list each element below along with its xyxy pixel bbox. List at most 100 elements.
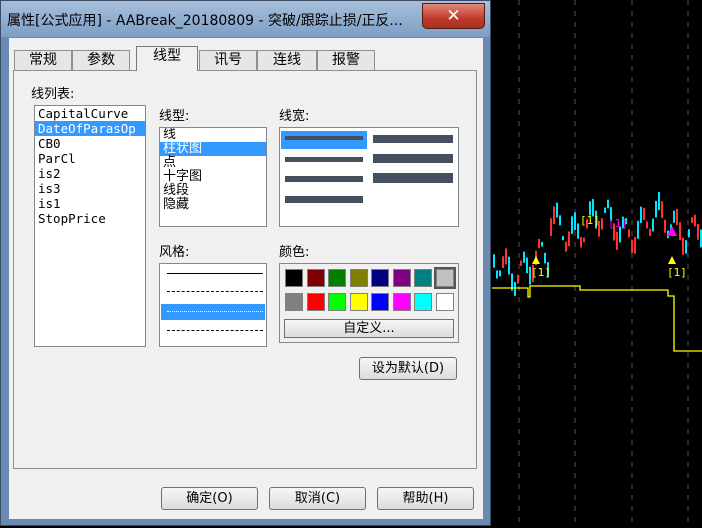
line-width-option[interactable]	[285, 136, 363, 140]
line-list-item[interactable]: is3	[35, 181, 145, 196]
candle	[568, 231, 570, 247]
line-width-selection	[281, 131, 367, 149]
candle	[688, 229, 690, 238]
custom-color-button[interactable]: 自定义...	[284, 319, 454, 338]
line-list-item[interactable]: DateOfParasOp	[35, 121, 145, 136]
set-default-button[interactable]: 设为默认(D)	[359, 357, 457, 380]
candle	[496, 270, 498, 279]
color-swatch[interactable]	[392, 269, 411, 287]
candle	[601, 218, 603, 230]
candle	[643, 207, 645, 221]
candle	[520, 260, 522, 266]
line-width-option[interactable]	[285, 176, 363, 182]
color-swatch[interactable]	[306, 293, 325, 311]
tab-parameters[interactable]: 参数	[72, 50, 130, 70]
candle	[604, 207, 606, 214]
dialog-client: 常规 参数 线型 讯号 连线 报警 线列表: CapitalCurve DateO…	[9, 38, 483, 519]
color-swatch[interactable]	[435, 293, 454, 311]
line-type-item[interactable]: 十字图	[160, 170, 266, 184]
annotation-label: [1]	[531, 266, 551, 279]
line-width-option[interactable]	[373, 154, 453, 163]
line-list-item[interactable]: ParCl	[35, 151, 145, 166]
line-style-picker[interactable]	[159, 263, 267, 347]
candle	[505, 248, 507, 265]
tab-general[interactable]: 常规	[14, 50, 72, 70]
candle	[682, 237, 684, 255]
candle	[673, 210, 675, 223]
up-arrow-icon	[532, 256, 540, 264]
candle	[562, 236, 564, 241]
color-swatch[interactable]	[328, 293, 346, 311]
candle	[571, 216, 573, 234]
style-dash-dot[interactable]	[167, 330, 263, 331]
candle	[685, 240, 687, 254]
line-list-item[interactable]: CB0	[35, 136, 145, 151]
line-list-label: 线列表:	[31, 87, 75, 102]
candle	[649, 228, 651, 236]
tab-connect[interactable]: 连线	[257, 50, 317, 70]
candle	[565, 241, 567, 252]
candle	[652, 218, 654, 232]
tab-line-style[interactable]: 线型	[136, 46, 198, 71]
color-swatch[interactable]	[328, 269, 346, 287]
color-swatch[interactable]	[414, 293, 432, 311]
candle	[556, 202, 558, 218]
line-width-option[interactable]	[373, 173, 453, 183]
cancel-button[interactable]: 取消(C)	[269, 487, 366, 510]
line-width-option[interactable]	[373, 135, 453, 143]
candle	[499, 270, 501, 277]
line-type-item[interactable]: 隐藏	[160, 198, 266, 212]
line-width-option[interactable]	[285, 196, 363, 203]
color-swatch[interactable]	[349, 269, 368, 287]
style-solid[interactable]	[167, 273, 263, 274]
style-selection	[161, 304, 265, 320]
up-arrow-icon	[668, 256, 676, 264]
candle	[550, 218, 552, 237]
candle	[634, 236, 636, 254]
color-swatch[interactable]	[371, 293, 389, 311]
line-type-item[interactable]: 柱状图	[160, 142, 266, 156]
color-swatch[interactable]	[285, 293, 303, 311]
line-type-item[interactable]: 线	[160, 128, 266, 142]
line-list-item[interactable]: is2	[35, 166, 145, 181]
tab-signal[interactable]: 讯号	[199, 50, 257, 70]
color-swatch[interactable]	[414, 269, 432, 287]
annotation-label: [1]	[667, 266, 687, 279]
line-list-item[interactable]: is1	[35, 196, 145, 211]
close-button[interactable]: ✕	[422, 3, 485, 29]
line-type-label: 线型:	[159, 109, 190, 124]
line-type-item[interactable]: 点	[160, 156, 266, 170]
candle	[544, 252, 546, 264]
candle	[616, 232, 618, 250]
color-swatch[interactable]	[433, 267, 456, 289]
candle	[655, 200, 657, 218]
help-button[interactable]: 帮助(H)	[377, 487, 474, 510]
annotation-label: [1]	[608, 217, 628, 230]
candle	[658, 192, 660, 211]
color-swatch[interactable]	[349, 293, 368, 311]
style-dash[interactable]	[167, 291, 263, 292]
close-icon: ✕	[446, 6, 461, 26]
line-list-item[interactable]: StopPrice	[35, 211, 145, 226]
line-width-label: 线宽:	[279, 109, 310, 124]
candle	[676, 208, 678, 226]
line-list-item[interactable]: CapitalCurve	[35, 106, 145, 121]
color-swatch[interactable]	[306, 269, 325, 287]
candle	[541, 241, 543, 247]
line-type-item[interactable]: 线段	[160, 184, 266, 198]
color-swatch[interactable]	[392, 293, 411, 311]
candle	[559, 215, 561, 226]
color-swatch[interactable]	[285, 269, 303, 287]
line-list[interactable]: CapitalCurve DateOfParasOp CB0 ParCl is2 is3 i…	[34, 105, 146, 347]
color-picker: 自定义...	[279, 263, 459, 343]
line-width-picker[interactable]	[279, 127, 459, 227]
tab-alarm[interactable]: 报警	[317, 50, 375, 70]
candle	[514, 281, 516, 296]
style-dot[interactable]	[167, 311, 263, 312]
line-type-list[interactable]: 线柱状图点十字图 线段 隐藏	[159, 127, 267, 227]
ok-button[interactable]: 确定(O)	[161, 487, 258, 510]
candle	[697, 223, 699, 240]
color-swatch[interactable]	[371, 269, 389, 287]
title-bar[interactable]: 属性[公式应用] - AABreak_20180809 - 突破/跟踪止损/正反…	[1, 1, 490, 37]
line-width-option[interactable]	[285, 157, 363, 162]
